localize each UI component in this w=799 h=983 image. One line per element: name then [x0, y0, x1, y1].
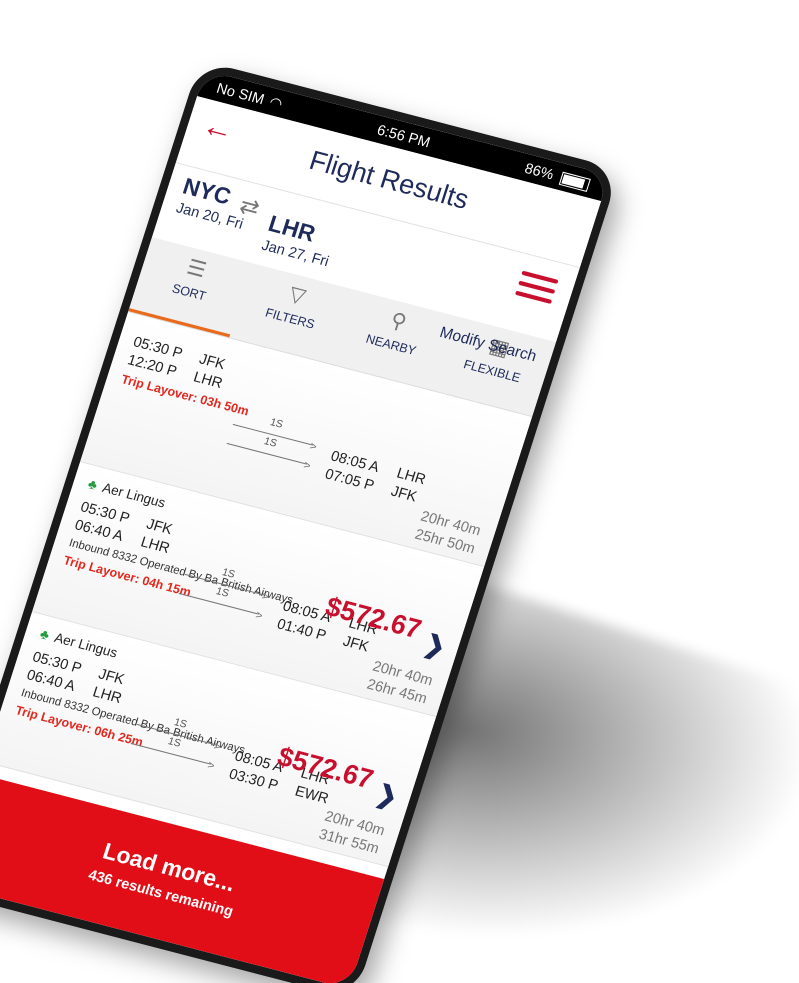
battery-text: 86% — [522, 159, 556, 183]
sort-label: SORT — [170, 280, 208, 304]
durations: 20hr 40m 31hr 55m — [317, 806, 388, 857]
stops-indicator: 1S 1S — [226, 406, 319, 467]
battery-icon — [558, 171, 591, 192]
shamrock-icon: ♣ — [86, 475, 100, 493]
menu-bar — [514, 290, 553, 304]
durations: 20hr 40m 25hr 50m — [413, 506, 484, 557]
shamrock-icon: ♣ — [38, 625, 52, 643]
wifi-icon: ◠ — [267, 92, 285, 112]
hamburger-menu-icon[interactable] — [513, 270, 559, 310]
durations: 20hr 40m 26hr 45m — [365, 656, 436, 707]
stage: No SIM ◠ 6:56 PM 86% ← Flight Results NY… — [0, 0, 799, 983]
route-destination: LHR Jan 27, Fri — [260, 210, 340, 269]
